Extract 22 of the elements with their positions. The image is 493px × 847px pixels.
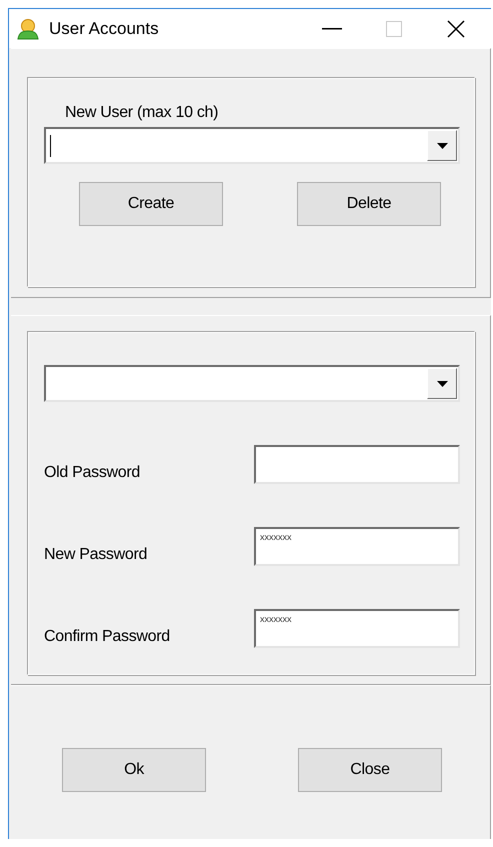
- window-title: User Accounts: [49, 18, 159, 38]
- caret-down-icon: [436, 380, 448, 386]
- password-field[interactable]: xxxxxxx: [254, 609, 460, 648]
- dropdown-button[interactable]: [427, 368, 457, 399]
- action-button[interactable]: Create: [79, 182, 223, 226]
- caret-down-icon: [436, 142, 448, 148]
- field-label: Old Password: [44, 464, 140, 483]
- combo-box[interactable]: [44, 127, 460, 164]
- action-button[interactable]: Delete: [297, 182, 441, 226]
- password-field[interactable]: [254, 445, 460, 484]
- new-user-label: New User (max 10 ch): [65, 104, 218, 122]
- password-field[interactable]: xxxxxxx: [254, 527, 460, 566]
- user-icon: [17, 18, 39, 40]
- field-label: Confirm Password: [44, 628, 170, 647]
- minimize-icon: [322, 28, 342, 30]
- dialog-button[interactable]: Close: [298, 748, 442, 792]
- maximize-icon: [386, 20, 402, 36]
- field-label: New Password: [44, 546, 148, 565]
- combo-box[interactable]: [44, 365, 460, 402]
- close-icon: [447, 20, 465, 38]
- dropdown-button[interactable]: [427, 130, 457, 161]
- dialog-button[interactable]: Ok: [62, 748, 206, 792]
